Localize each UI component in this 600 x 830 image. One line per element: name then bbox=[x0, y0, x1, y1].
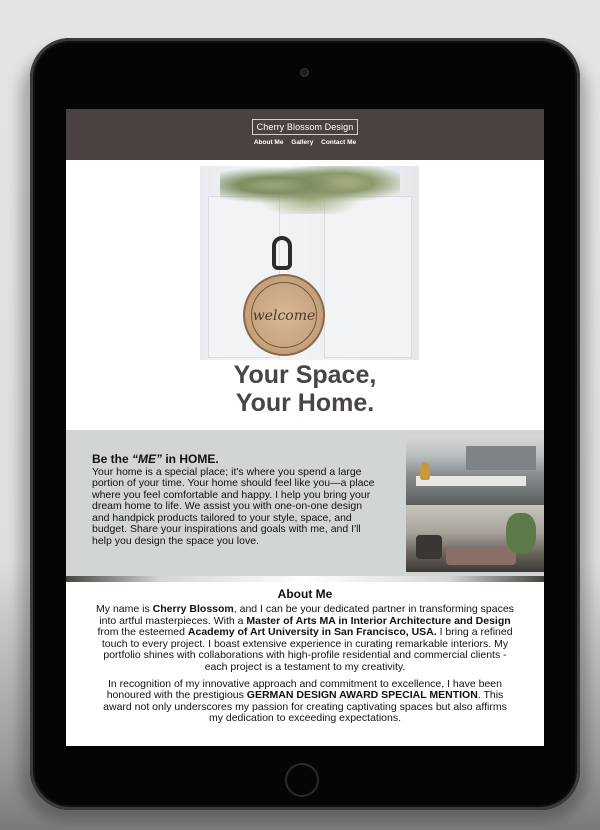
about-section: About Me My name is Cherry Blossom, and … bbox=[66, 585, 544, 730]
nav-item-about-me[interactable]: About Me bbox=[254, 139, 284, 146]
door-panel bbox=[324, 196, 412, 358]
camera-icon bbox=[300, 68, 309, 77]
about-title: About Me bbox=[277, 587, 333, 601]
about-name: Cherry Blossom bbox=[152, 603, 234, 615]
about-university: Academy of Art University in San Francis… bbox=[187, 626, 437, 639]
living-room-photo bbox=[406, 505, 544, 572]
about-paragraph-1: My name is Cherry Blossom, and I can be … bbox=[95, 603, 515, 674]
hero-title-line2: Your Home. bbox=[235, 389, 375, 417]
hero-section: welcome Your Space, Your Home. bbox=[66, 160, 544, 430]
section-divider bbox=[66, 576, 544, 582]
welcome-sign: welcome bbox=[243, 274, 325, 356]
home-button[interactable] bbox=[285, 763, 319, 797]
greenery-garland bbox=[220, 166, 400, 214]
intro-heading-prefix: Be the bbox=[92, 452, 133, 466]
kitchen-cabinets bbox=[466, 446, 536, 470]
main-nav: About Me Gallery Contact Me bbox=[66, 139, 544, 146]
kitchen-photo bbox=[406, 436, 544, 505]
hero-image: welcome bbox=[200, 166, 419, 360]
intro-text: Be the “ME” in HOME. Your home is a spec… bbox=[92, 452, 380, 547]
tablet-frame: Cherry Blossom Design About Me Gallery C… bbox=[30, 38, 580, 810]
intro-heading-suffix: in HOME. bbox=[162, 452, 219, 466]
intro-heading-emphasis: “ME” bbox=[132, 452, 163, 466]
about-degree: Master of Arts MA in Interior Architectu… bbox=[246, 614, 511, 627]
intro-heading: Be the “ME” in HOME. bbox=[92, 452, 380, 466]
tablet-screen: Cherry Blossom Design About Me Gallery C… bbox=[66, 109, 544, 746]
door-knocker bbox=[272, 236, 292, 270]
hero-title-line1: Your Space, bbox=[233, 361, 377, 389]
nav-item-gallery[interactable]: Gallery bbox=[291, 139, 313, 146]
about-text: My name is bbox=[96, 603, 153, 615]
living-chair bbox=[416, 535, 442, 559]
welcome-sign-text: welcome bbox=[251, 282, 317, 348]
intro-section: Be the “ME” in HOME. Your home is a spec… bbox=[66, 430, 544, 579]
about-paragraph-2: In recognition of my innovative approach… bbox=[95, 678, 515, 725]
kitchen-counter bbox=[416, 476, 526, 486]
living-sofa bbox=[446, 547, 516, 565]
intro-body: Your home is a special place; it's where… bbox=[92, 465, 375, 547]
hero-title: Your Space, Your Home. bbox=[66, 361, 544, 417]
kitchen-pendant bbox=[420, 462, 430, 480]
about-text: from the esteemed bbox=[97, 626, 188, 639]
site-header: Cherry Blossom Design About Me Gallery C… bbox=[66, 109, 544, 160]
brand-logo[interactable]: Cherry Blossom Design bbox=[251, 119, 359, 135]
living-plant bbox=[506, 513, 536, 553]
nav-item-contact-me[interactable]: Contact Me bbox=[321, 139, 356, 146]
about-award: GERMAN DESIGN AWARD SPECIAL MENTION bbox=[246, 689, 478, 702]
